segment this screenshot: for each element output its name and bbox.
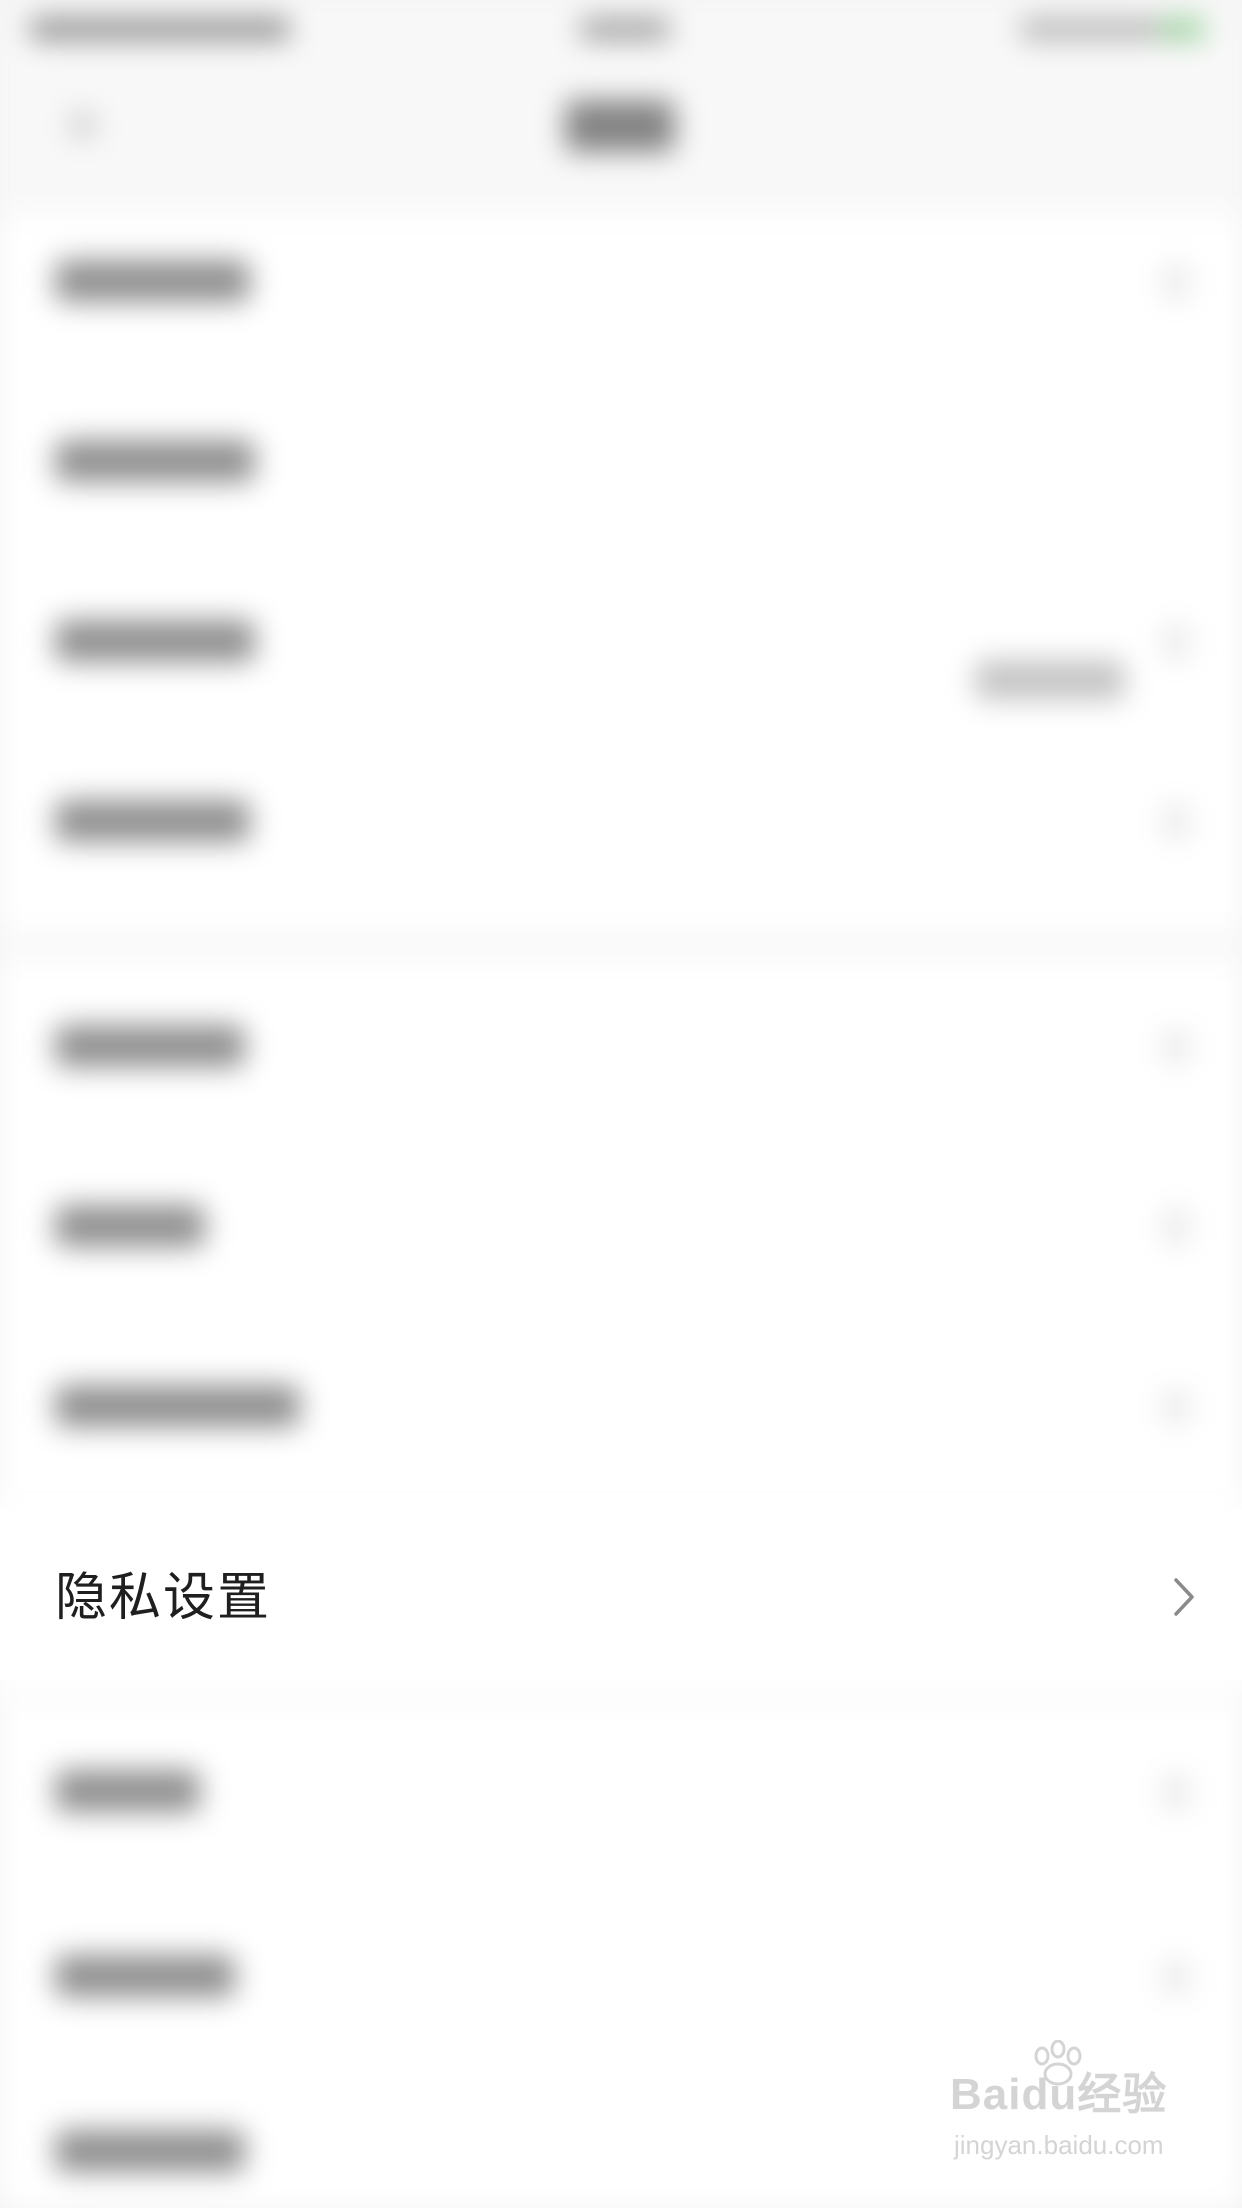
chevron-right-icon <box>1165 1960 1187 1994</box>
settings-row[interactable] <box>55 2130 245 2172</box>
chevron-right-icon <box>1165 1390 1187 1424</box>
chevron-right-icon <box>1165 1775 1187 1809</box>
settings-row[interactable] <box>55 800 250 842</box>
blurred-background <box>0 0 1242 2208</box>
settings-row[interactable] <box>55 1025 245 1067</box>
settings-row[interactable] <box>55 1205 205 1247</box>
privacy-settings-row[interactable]: 隐私设置 <box>0 1510 1242 1680</box>
status-carrier <box>30 18 290 40</box>
chevron-right-icon <box>1165 625 1187 659</box>
chevron-right-icon <box>1174 1578 1194 1616</box>
watermark-logo: Baidu经验 <box>950 2070 1168 2119</box>
baidu-jingyan-watermark: Baidu经验 jingyan.baidu.com <box>950 2040 1210 2190</box>
settings-row[interactable] <box>55 1385 300 1427</box>
settings-group-2 <box>0 960 1242 1510</box>
back-icon[interactable] <box>70 112 96 138</box>
battery-icon <box>1160 18 1205 40</box>
settings-screen: 隐私设置 Baidu经验 jingyan.baidu.com <box>0 0 1242 2208</box>
status-bar <box>0 0 1242 60</box>
status-time <box>580 18 670 40</box>
settings-row[interactable] <box>55 620 255 662</box>
chevron-right-icon <box>1165 265 1187 299</box>
settings-group-1 <box>0 215 1242 930</box>
settings-row-value <box>975 660 1125 700</box>
settings-row[interactable] <box>55 1955 235 1997</box>
watermark-url: jingyan.baidu.com <box>954 2130 1164 2160</box>
settings-row[interactable] <box>55 440 255 482</box>
chevron-right-icon <box>1165 1030 1187 1064</box>
page-title <box>565 100 675 152</box>
privacy-settings-label: 隐私设置 <box>55 1568 272 1628</box>
chevron-right-icon <box>1165 805 1187 839</box>
settings-row[interactable] <box>55 1770 200 1812</box>
settings-row[interactable] <box>55 260 250 302</box>
chevron-right-icon <box>1165 1210 1187 1244</box>
status-indicators <box>1020 18 1160 40</box>
